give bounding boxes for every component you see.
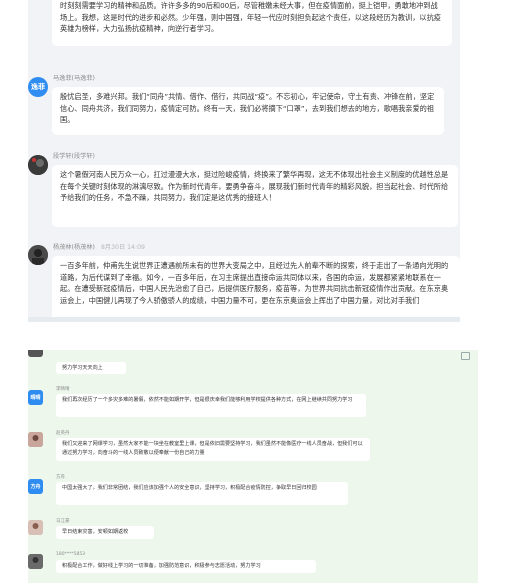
avatar-photo-icon	[28, 432, 43, 447]
message-time: 8月30日 14:09	[100, 244, 145, 251]
message-text: 一百多年前，仲甫先生说世界正遭遇前所未有的世界大变局之中，且经过先人前辈不断的探…	[60, 261, 449, 306]
username: 马逸菲(马逸菲)	[53, 75, 95, 82]
avatar[interactable]: 方舟	[28, 479, 43, 494]
message-bubble: 一百多年前，仲甫先生说世界正遭遇前所未有的世界大变局之中，且经过先人前辈不断的探…	[52, 256, 460, 322]
message-text: 殷忧启圣，多难兴邦。我们“同舟”共情、借作、借行，共同战“疫”。不忘初心，牢记使…	[60, 92, 435, 125]
message-bubble: 中国太强大了，我们非常团结，我们应该加强个人的安全意识，坚持学习，积极配合疫情防…	[56, 482, 348, 505]
message-text: 我们再次经历了一个多灾多难的暑假，依然不能如期开学，但是很庆幸我们能够利用学校提…	[62, 397, 353, 403]
message-bubble: 这个暑假河南人民万众一心，扛过漫漫大水，挺过险峻疫情，终换来了繁华再现，这无不体…	[52, 165, 458, 227]
avatar[interactable]: 逸菲	[28, 77, 48, 97]
message-text: 中国太强大了，我们非常团结，我们应该加强个人的安全意识，坚持学习，积极配合疫情防…	[62, 485, 317, 491]
avatar-photo-icon	[28, 554, 43, 569]
avatar[interactable]	[28, 155, 48, 175]
chat-panel-bottom: 努力学习天天向上 晴晴 李晴晴 我们再次经历了一个多灾多难的暑假，依然不能如期开…	[28, 350, 478, 583]
username: 赵英丹	[56, 431, 70, 436]
message-bubble: 我们又迎来了网课学习，虽然大家不能一块坐在教室里上课，但是依旧需要坚持学习，我们…	[56, 438, 370, 461]
message-bubble: 时刻刻需要学习的精神和品质。许许多多的90后和00后，尽管稚嫩未经大事，但在疫情…	[52, 0, 452, 46]
message-bubble: 努力学习天天向上	[56, 362, 126, 374]
username: 方舟	[56, 475, 65, 480]
username: 段学轩(段学轩)	[53, 153, 95, 160]
avatar[interactable]: 晴晴	[28, 390, 43, 405]
avatar[interactable]	[28, 350, 43, 357]
message-bubble: 殷忧启圣，多难兴邦。我们“同舟”共情、借作、借行，共同战“疫”。不忘初心，牢记使…	[52, 87, 444, 135]
expand-icon[interactable]	[461, 352, 470, 360]
message-text: 早日结束灾害，安顿如期返校	[62, 529, 129, 535]
message-text: 我们又迎来了网课学习，虽然大家不能一块坐在教室里上课，但是依旧需要坚持学习，我们…	[62, 441, 363, 457]
message-text: 这个暑假河南人民万众一心，扛过漫漫大水，挺过险峻疫情，终换来了繁华再现，这无不体…	[60, 170, 449, 203]
message-text: 时刻刻需要学习的精神和品质。许许多多的90后和00后，尽管稚嫩未经大事，但在疫情…	[60, 1, 441, 34]
message-bubble: 积极配合工作，做好线上学习的一切准备，加强防范意识，积极参与志愿活动，努力学习	[56, 560, 316, 573]
avatar-photo-icon	[28, 245, 48, 265]
input-toolbar[interactable]	[28, 317, 460, 322]
message-bubble: 早日结束灾害，安顿如期返校	[56, 526, 154, 539]
message-bubble: 我们再次经历了一个多灾多难的暑假，依然不能如期开学，但是很庆幸我们能够利用学校提…	[56, 394, 366, 417]
avatar[interactable]	[28, 520, 43, 535]
username: 180****5853	[56, 552, 86, 557]
avatar-photo-icon	[28, 155, 48, 175]
avatar-initials: 逸菲	[31, 83, 45, 91]
avatar-initials: 晴晴	[30, 395, 41, 401]
avatar[interactable]	[28, 554, 43, 569]
username: 杨茂林(杨茂林) 8月30日 14:09	[53, 244, 145, 251]
username: 马江豪	[56, 519, 70, 524]
avatar-initials: 方舟	[30, 484, 41, 490]
username: 李晴晴	[56, 387, 70, 392]
avatar-photo-icon	[28, 520, 43, 535]
message-text: 努力学习天天向上	[62, 365, 103, 371]
chat-panel-top: 时刻刻需要学习的精神和品质。许许多多的90后和00后，尽管稚嫩未经大事，但在疫情…	[28, 0, 460, 322]
message-text: 积极配合工作，做好线上学习的一切准备，加强防范意识，积极参与志愿活动，努力学习	[62, 563, 261, 569]
avatar[interactable]	[28, 432, 43, 447]
avatar[interactable]	[28, 245, 48, 265]
